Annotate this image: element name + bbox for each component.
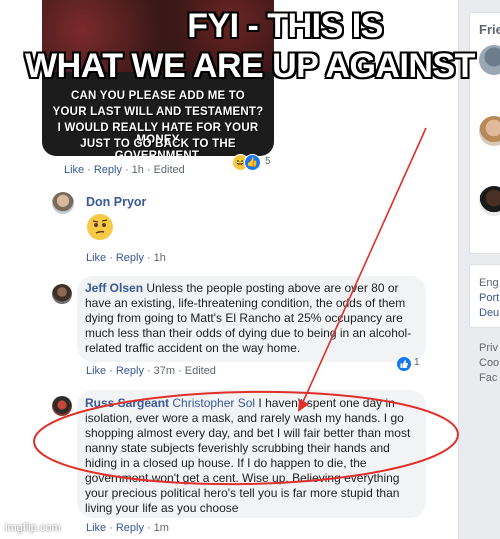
caption-line: FYI - THIS IS: [187, 7, 383, 45]
annotation-arrow-line: [302, 127, 427, 403]
annotation-ellipse: [33, 390, 459, 486]
overlay-caption: FYI - THIS IS WHAT WE ARE UP AGAINST: [0, 6, 500, 86]
caption-line: WHAT WE ARE UP AGAINST: [25, 47, 475, 85]
imgflip-watermark: imgflip.com: [5, 522, 61, 534]
